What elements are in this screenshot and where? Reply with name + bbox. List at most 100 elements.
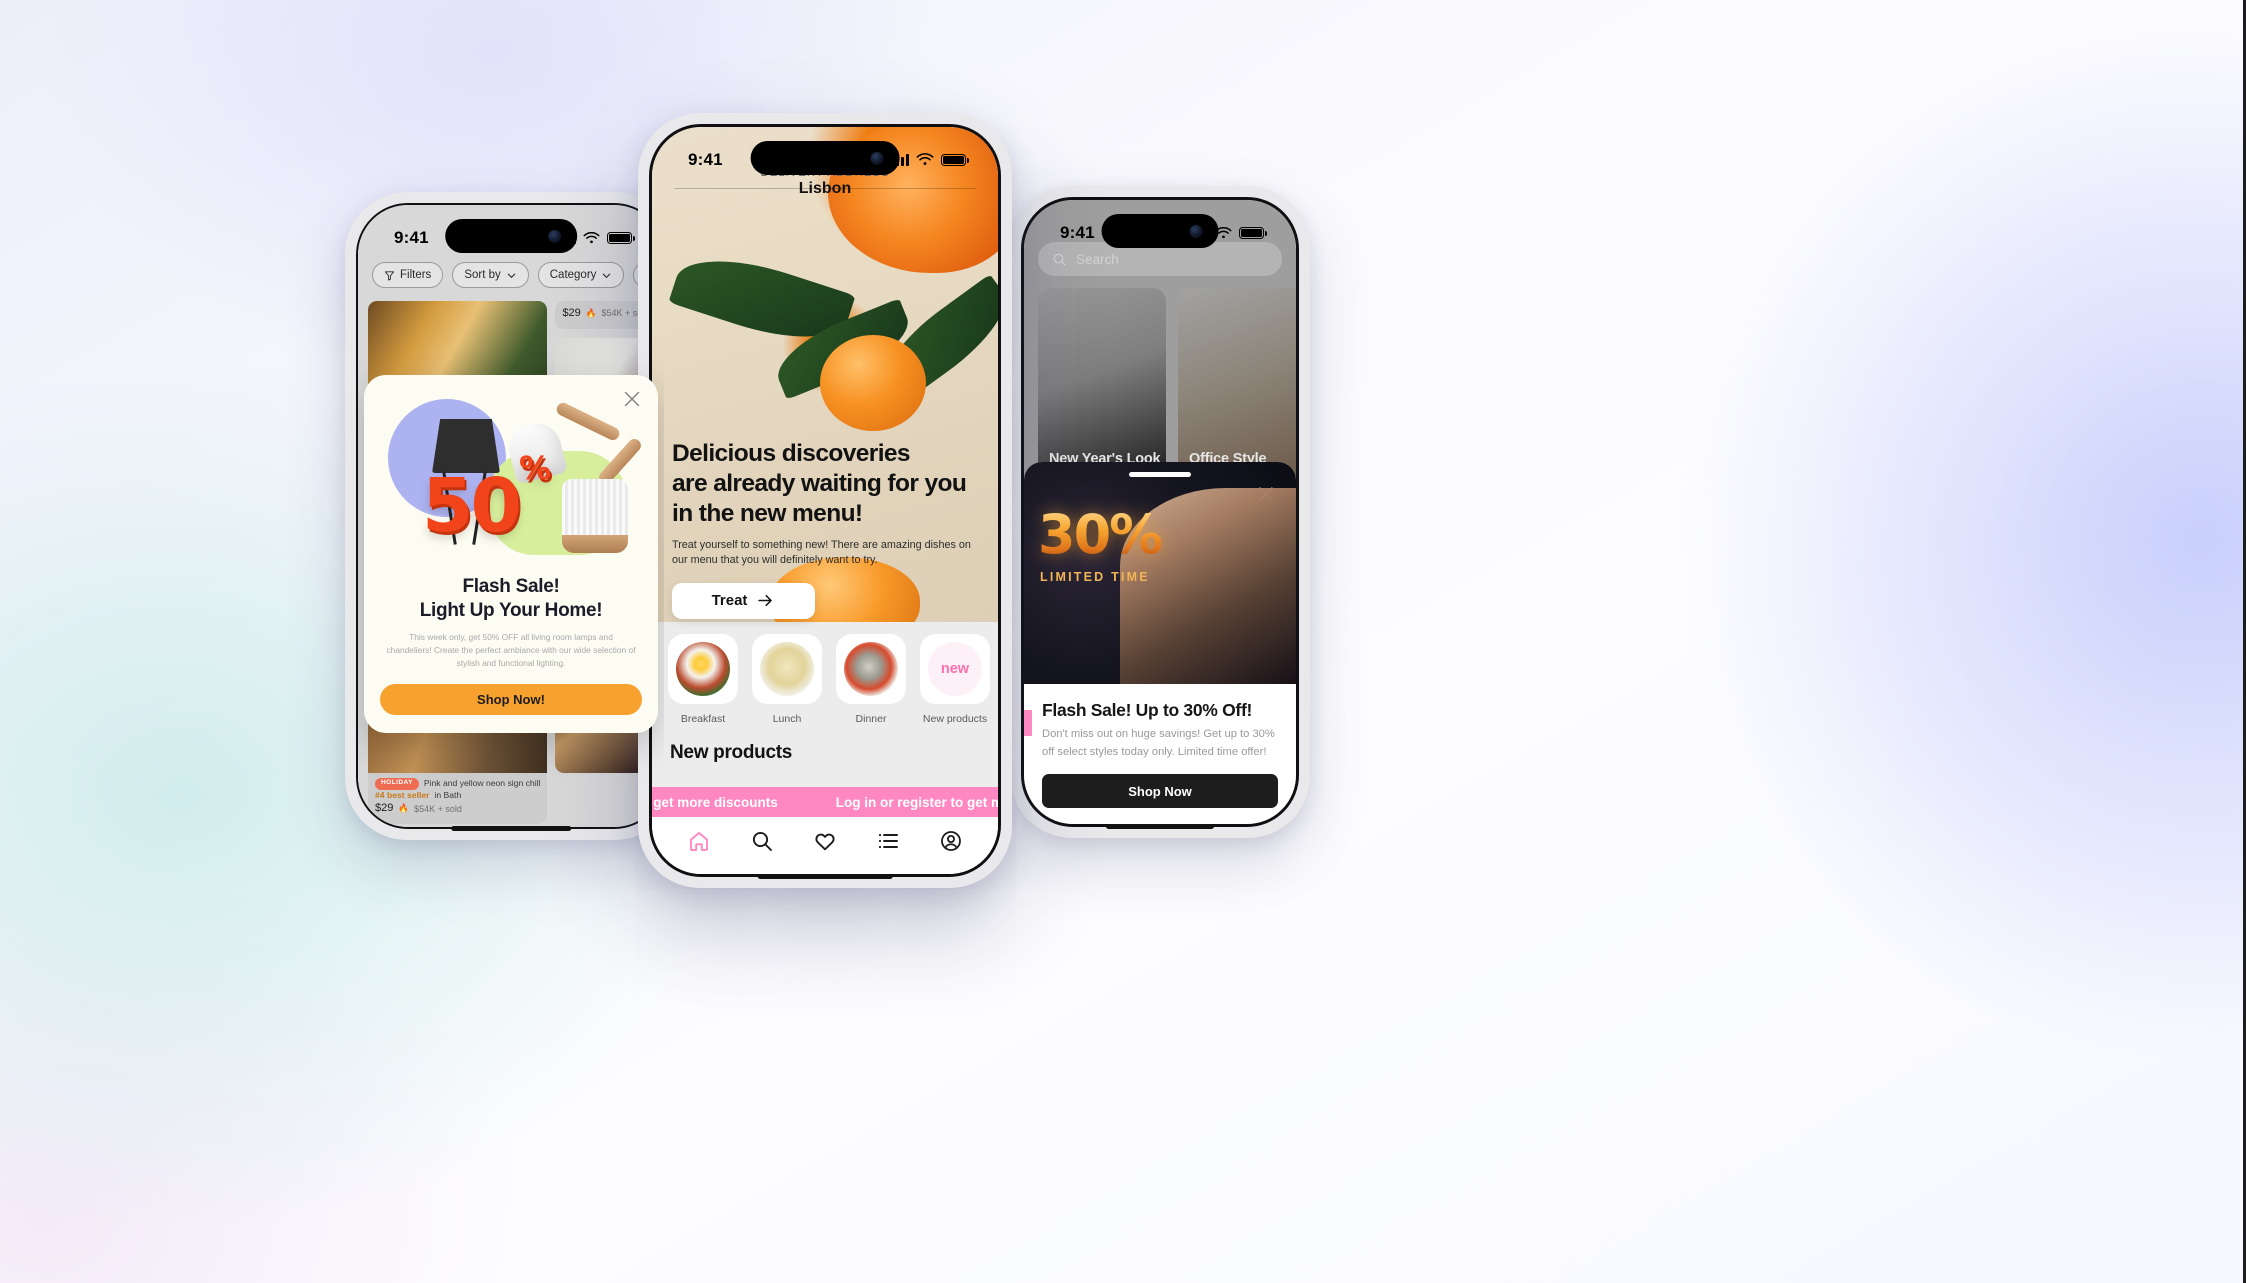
battery-icon xyxy=(1239,226,1267,240)
food-category-row[interactable]: Breakfast Lunch Dinner new New products xyxy=(652,622,998,742)
left-dynamic-island xyxy=(445,219,577,253)
battery-icon xyxy=(941,153,969,167)
filter-chip-label: Category xyxy=(549,269,597,281)
limited-time-label: LIMITED TIME xyxy=(1040,570,1150,585)
product-category: in Bath xyxy=(434,789,462,800)
hero-heading-line3: in the new menu! xyxy=(672,499,863,527)
treat-button[interactable]: Treat xyxy=(672,582,815,619)
filter-chip-filters[interactable]: Filters xyxy=(372,262,444,288)
product-meta: HOLIDAY Pink and yellow neon sign chill … xyxy=(368,772,548,825)
list-icon[interactable] xyxy=(876,829,900,853)
left-filters-row[interactable]: Filters Sort by Category Color Style xyxy=(358,253,664,297)
hero-heading-line2: are already waiting for you xyxy=(672,469,967,497)
right-home-indicator xyxy=(1106,823,1214,829)
battery-icon xyxy=(607,231,635,245)
sheet-grabber[interactable] xyxy=(1129,472,1191,478)
flash-sale-body: Don't miss out on huge savings! Get up t… xyxy=(1042,728,1275,758)
flash-sale-title: Flash Sale! Light Up Your Home! xyxy=(380,575,642,623)
shop-now-button[interactable]: Shop Now! xyxy=(380,683,642,715)
discount-badge: 30% xyxy=(1038,503,1163,567)
product-price: $29 xyxy=(375,802,394,815)
promo-text: Log in or register to get more discounts xyxy=(652,794,778,810)
discount-percent: % xyxy=(518,449,551,488)
left-phone-screen: 9:41 Filters Sort by Category HOLIDAY Pi… xyxy=(358,205,664,827)
treat-button-label: Treat xyxy=(711,592,748,610)
center-dynamic-island xyxy=(750,141,900,175)
flash-sale-sheet-body: Flash Sale! Up to 30% Off! Don't miss ou… xyxy=(1024,684,1296,824)
category-thumbnail: new xyxy=(920,634,990,704)
center-status-indicators xyxy=(891,153,969,167)
collection-card-new-years-look[interactable]: New Year's Look xyxy=(1038,288,1166,478)
product-rank-row: #4 best seller in Bath xyxy=(375,790,540,802)
dinner-dish-icon xyxy=(844,642,898,696)
promo-banner[interactable]: Log in or register to get more discounts… xyxy=(652,787,998,817)
category-breakfast[interactable]: Breakfast xyxy=(668,634,738,742)
orange-fruit-image xyxy=(820,335,926,431)
product-rank: #4 best seller xyxy=(375,789,430,800)
flash-sale-modal: 50% Flash Sale! Light Up Your Home! This… xyxy=(364,375,658,733)
chevron-down-icon xyxy=(507,273,516,278)
product-price-row: $29 🔥 $54K + sold xyxy=(375,801,540,816)
category-dinner[interactable]: Dinner xyxy=(836,634,906,742)
right-phone: 9:41 Search New Year's Look Office Style… xyxy=(1010,186,1310,838)
category-thumbnail xyxy=(752,634,822,704)
category-lunch[interactable]: Lunch xyxy=(752,634,822,742)
category-label: Dinner xyxy=(855,713,887,725)
delivery-address-city-row: Lisbon xyxy=(652,180,998,198)
front-camera-icon xyxy=(547,229,561,243)
hero-subtext: Treat yourself to something new! There a… xyxy=(672,538,971,567)
front-camera-icon xyxy=(1189,224,1203,238)
left-home-indicator xyxy=(451,825,571,831)
discount-value: 50 xyxy=(422,463,522,549)
hero-heading-line1: Delicious discoveries xyxy=(672,440,911,467)
lunch-dish-icon xyxy=(760,642,814,696)
right-phone-screen-frame: 9:41 Search New Year's Look Office Style… xyxy=(1021,197,1299,827)
promo-text: Log in or register to get more discounts xyxy=(835,794,998,810)
chevron-down-icon xyxy=(603,273,611,278)
filter-icon xyxy=(384,270,395,281)
category-label: Breakfast xyxy=(680,713,726,725)
arrow-right-icon xyxy=(758,595,773,607)
collection-card-office-style[interactable]: Office Style xyxy=(1178,288,1296,478)
left-status-time: 9:41 xyxy=(394,228,429,247)
flash-sale-artwork: 50% xyxy=(382,393,644,569)
lamp-wood-base-icon xyxy=(562,535,628,553)
flash-sale-title-line2: Light Up Your Home! xyxy=(419,599,603,621)
category-label: New products xyxy=(922,713,988,725)
filter-chip-category[interactable]: Category xyxy=(537,262,625,288)
front-camera-icon xyxy=(870,151,884,165)
right-phone-screen: 9:41 Search New Year's Look Office Style… xyxy=(1024,200,1296,824)
search-icon[interactable] xyxy=(750,829,774,853)
center-phone: 9:41 DELIVERY ADDRESS Lisbon xyxy=(638,113,1012,888)
product-title: Pink and yellow neon sign chill xyxy=(423,777,541,788)
delivery-address-city: Lisbon xyxy=(798,180,852,197)
hero-heading: Delicious discoveries are already waitin… xyxy=(672,439,978,529)
new-badge-icon: new xyxy=(928,642,982,696)
search-icon xyxy=(1053,253,1066,266)
promo-banner-track: Log in or register to get more discounts… xyxy=(652,795,998,810)
center-status-time: 9:41 xyxy=(688,150,723,169)
bottom-tab-bar[interactable] xyxy=(652,817,998,874)
hero-copy: Delicious discoveries are already waitin… xyxy=(672,439,978,619)
left-phone: 9:41 Filters Sort by Category HOLIDAY Pi… xyxy=(345,192,677,840)
shop-now-button[interactable]: Shop Now xyxy=(1042,774,1278,808)
category-new-products[interactable]: new New products xyxy=(920,634,990,742)
filter-chip-sort-by[interactable]: Sort by xyxy=(452,262,529,288)
wifi-icon xyxy=(583,231,600,243)
breakfast-dish-icon xyxy=(676,642,730,696)
product-price-row: $29 🔥 $54K + sold xyxy=(562,306,649,321)
collection-carousel[interactable]: New Year's Look Office Style Disc xyxy=(1038,288,1296,478)
right-status-time: 9:41 xyxy=(1060,223,1095,242)
flash-sale-title: Flash Sale! Up to 30% Off! xyxy=(1042,700,1253,721)
category-label: Lunch xyxy=(772,713,802,725)
left-phone-screen-frame: 9:41 Filters Sort by Category HOLIDAY Pi… xyxy=(356,203,666,829)
product-title-row: HOLIDAY Pink and yellow neon sign chill xyxy=(375,777,541,790)
user-icon[interactable] xyxy=(939,829,963,853)
heart-icon[interactable] xyxy=(813,829,837,853)
discount-badge: 50% xyxy=(422,452,551,543)
section-title-new-products: New products xyxy=(670,742,793,763)
home-icon[interactable] xyxy=(687,829,711,853)
search-placeholder: Search xyxy=(1076,251,1119,267)
center-home-indicator xyxy=(757,873,893,879)
wifi-icon xyxy=(916,153,934,165)
